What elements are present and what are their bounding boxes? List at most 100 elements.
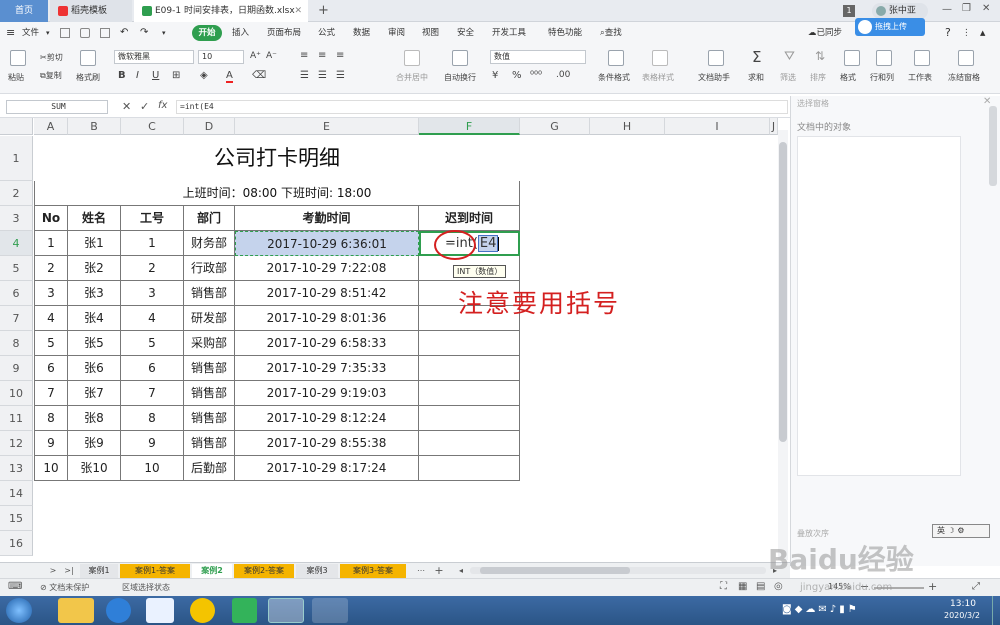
freeze-button[interactable]: 冻结窗格 [948, 72, 980, 83]
format-icon[interactable] [844, 50, 860, 66]
currency-icon[interactable]: ¥ [492, 70, 498, 81]
wrap-button[interactable]: 自动换行 [444, 72, 476, 83]
table-style-icon[interactable] [652, 50, 668, 66]
vertical-scroll-thumb[interactable] [779, 142, 787, 442]
table-cell[interactable]: 4 [121, 306, 184, 331]
start-orb-icon[interactable] [6, 598, 32, 623]
pane-scrollbar[interactable] [989, 106, 997, 186]
column-header-a[interactable]: A [34, 118, 68, 135]
copy-button[interactable]: ⧉复制 [40, 70, 62, 81]
row-header-1[interactable]: 1 [0, 136, 33, 181]
table-cell[interactable]: 4 [34, 306, 68, 331]
menu-file-chevron-icon[interactable]: ▾ [46, 26, 50, 40]
table-cell[interactable]: 2017-10-29 7:22:08 [235, 256, 419, 281]
sheet-tab[interactable]: 案例2-答案 [234, 564, 294, 578]
column-header-d[interactable]: D [184, 118, 235, 135]
row-header-3[interactable]: 3 [0, 206, 33, 231]
fill-color-icon[interactable]: ◈ [200, 70, 208, 81]
table-cell[interactable]: 3 [121, 281, 184, 306]
column-header-f[interactable]: F [419, 118, 520, 135]
row-header-9[interactable]: 9 [0, 356, 33, 381]
worksheet-icon[interactable] [914, 50, 930, 66]
merge-icon[interactable] [404, 50, 420, 66]
sort-button[interactable]: 排序 [810, 72, 826, 83]
filter-icon[interactable]: ⛛ [784, 49, 795, 64]
table-cell[interactable]: 后勤部 [184, 456, 235, 481]
quick-access-chevron-icon[interactable]: ▾ [162, 26, 166, 40]
table-cell[interactable]: 2017-10-29 6:36:01 [235, 231, 419, 256]
row-header-5[interactable]: 5 [0, 256, 33, 281]
table-header-cell[interactable]: 工号 [121, 206, 184, 231]
new-tab-button[interactable]: + [314, 0, 334, 22]
table-cell[interactable]: 1 [34, 231, 68, 256]
table-cell[interactable]: 行政部 [184, 256, 235, 281]
table-cell[interactable] [419, 406, 520, 431]
rowcol-button[interactable]: 行和列 [870, 72, 894, 83]
table-cell[interactable]: 张4 [68, 306, 121, 331]
table-cell[interactable]: 研发部 [184, 306, 235, 331]
help-icon[interactable]: ? [945, 26, 951, 40]
upload-hint[interactable]: 拖拽上传 [855, 18, 925, 36]
hamburger-icon[interactable]: ≡ [6, 26, 15, 40]
menu-formula[interactable]: 公式 [318, 26, 335, 40]
last-sheet-icon[interactable]: >| [62, 564, 76, 578]
freeze-icon[interactable] [958, 50, 974, 66]
table-cell[interactable]: 2 [121, 256, 184, 281]
row-header-12[interactable]: 12 [0, 431, 33, 456]
table-cell[interactable]: 张2 [68, 256, 121, 281]
protect-status[interactable]: ⊘ 文档未保护 [40, 582, 89, 593]
table-cell[interactable]: 2017-10-29 8:12:24 [235, 406, 419, 431]
underline-icon[interactable]: U [152, 70, 159, 81]
objects-list[interactable] [797, 136, 961, 476]
table-cell[interactable]: 张6 [68, 356, 121, 381]
sync-status[interactable]: ☁已同步 [808, 26, 842, 40]
paste-button[interactable]: 粘贴 [8, 72, 24, 83]
shrink-font-icon[interactable]: A⁻ [266, 51, 277, 61]
row-header-7[interactable]: 7 [0, 306, 33, 331]
cond-format-icon[interactable] [608, 50, 624, 66]
table-header-cell[interactable]: No [34, 206, 68, 231]
tab-file[interactable]: E09-1 时间安排表，日期函数.xlsx ✕ [134, 0, 308, 22]
collapse-ribbon-icon[interactable]: ▲ [980, 26, 985, 40]
baidu-netdisk-icon[interactable] [146, 598, 174, 623]
sheet-tab[interactable]: 案例3 [296, 564, 338, 578]
column-header-h[interactable]: H [590, 118, 665, 135]
menu-special[interactable]: 特色功能 [548, 26, 582, 40]
align-middle-icon[interactable]: ≡ [318, 50, 326, 61]
menu-insert[interactable]: 插入 [232, 26, 249, 40]
user-account[interactable]: 张中亚 [872, 3, 928, 19]
row-header-13[interactable]: 13 [0, 456, 33, 481]
menu-file[interactable]: 文件 [22, 26, 39, 40]
table-cell[interactable] [419, 456, 520, 481]
table-cell[interactable]: 5 [34, 331, 68, 356]
font-color-icon[interactable]: A [226, 70, 233, 83]
table-header-cell[interactable]: 部门 [184, 206, 235, 231]
reading-mode-icon[interactable]: ◎ [774, 581, 783, 592]
worksheet-button[interactable]: 工作表 [908, 72, 932, 83]
table-cell[interactable]: 2017-10-29 7:35:33 [235, 356, 419, 381]
clock-date[interactable]: 2020/3/2 [944, 611, 980, 620]
tab-home[interactable]: 首页 [0, 0, 48, 22]
fullscreen-icon[interactable]: ⤢ [972, 581, 980, 592]
grow-font-icon[interactable]: A⁺ [250, 51, 261, 61]
table-header-cell[interactable]: 姓名 [68, 206, 121, 231]
wps-taskbar-icon[interactable] [268, 598, 304, 623]
align-bottom-icon[interactable]: ≡ [336, 50, 344, 61]
align-center-icon[interactable]: ☰ [318, 70, 327, 81]
table-cell[interactable]: 2017-10-29 8:55:38 [235, 431, 419, 456]
table-cell[interactable]: 采购部 [184, 331, 235, 356]
table-cell[interactable]: 2017-10-29 6:58:33 [235, 331, 419, 356]
page-break-icon[interactable]: ▤ [756, 581, 765, 592]
menu-review[interactable]: 审阅 [388, 26, 405, 40]
table-cell[interactable]: 销售部 [184, 281, 235, 306]
table-cell[interactable]: 张8 [68, 406, 121, 431]
cut-button[interactable]: ✂剪切 [40, 52, 63, 63]
table-cell[interactable] [419, 331, 520, 356]
more-options-icon[interactable]: ⋮ [962, 26, 971, 40]
tabs-scroll-left-icon[interactable]: ◂ [456, 564, 466, 578]
format-button[interactable]: 格式 [840, 72, 856, 83]
sheet-tab[interactable]: 案例3-答案 [340, 564, 406, 578]
column-header-e[interactable]: E [235, 118, 419, 135]
row-header-14[interactable]: 14 [0, 481, 33, 506]
table-cell[interactable]: 10 [121, 456, 184, 481]
